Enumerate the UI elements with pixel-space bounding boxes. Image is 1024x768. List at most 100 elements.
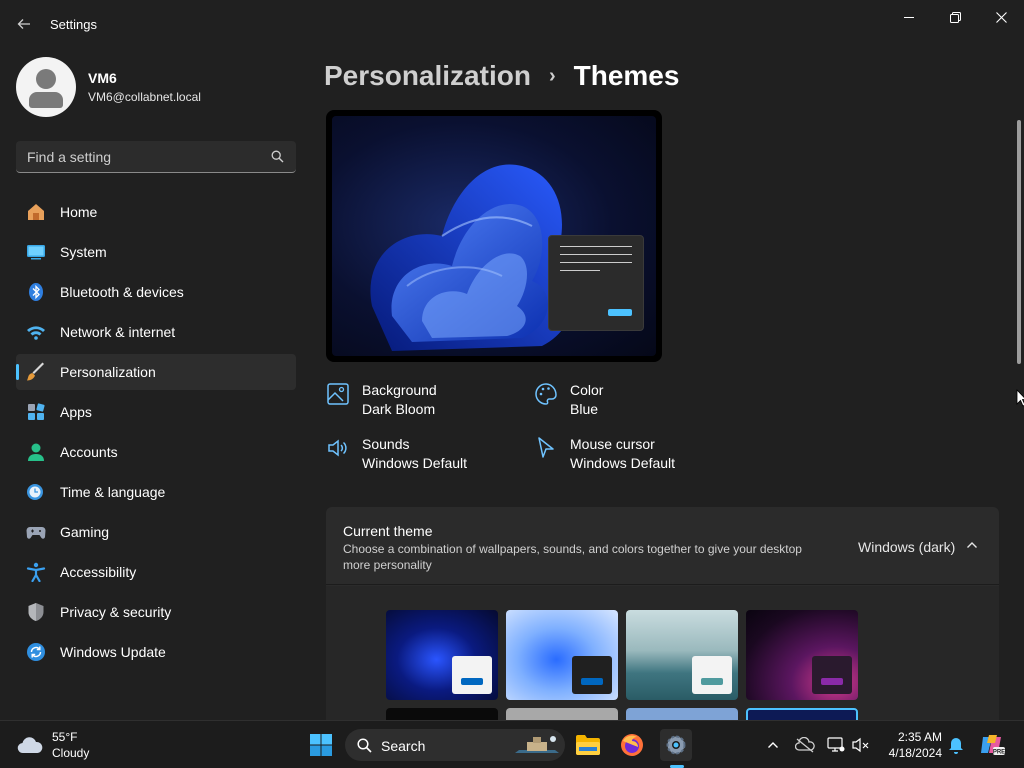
theme-thumbnail-row2-3[interactable] — [626, 708, 738, 720]
current-theme-value: Windows (dark) — [858, 539, 956, 555]
file-explorer-button[interactable] — [572, 729, 604, 761]
system-icon — [27, 245, 45, 260]
back-arrow-icon — [17, 19, 30, 29]
wifi-icon — [27, 326, 45, 340]
chevron-up-icon — [768, 742, 778, 748]
preview-accent-button — [608, 309, 632, 316]
sidebar-item-home[interactable]: Home — [16, 194, 296, 230]
avatar — [16, 57, 76, 117]
windows-light-theme[interactable] — [506, 610, 618, 700]
color-setting[interactable]: Color Blue — [534, 380, 734, 420]
mouse-pointer-icon — [1016, 389, 1024, 407]
theme-preview — [326, 110, 662, 362]
current-theme-header[interactable]: Current theme Choose a combination of wa… — [326, 507, 999, 585]
sidebar-item-accessibility[interactable]: Accessibility — [16, 554, 296, 590]
sidebar-item-label: Privacy & security — [60, 604, 172, 620]
color-value: Blue — [570, 401, 599, 417]
mouse-cursor-setting[interactable]: Mouse cursor Windows Default — [534, 434, 734, 474]
settings-search — [16, 141, 296, 173]
minimize-icon — [904, 17, 914, 18]
clock-time: 2:35 AM — [897, 730, 942, 744]
theme-thumbnail-row2-4[interactable] — [746, 708, 858, 720]
chevron-up-icon[interactable] — [966, 539, 978, 551]
start-button[interactable] — [305, 729, 337, 761]
gear-icon — [666, 735, 686, 755]
sidebar-item-privacy-security[interactable]: Privacy & security — [16, 594, 296, 630]
bell-icon — [949, 738, 963, 754]
accessibility-icon — [26, 562, 46, 582]
sidebar-item-label: Personalization — [60, 364, 156, 380]
network-monitor-icon — [827, 737, 845, 752]
theme-properties: Background Dark Bloom Color Blue Sounds … — [326, 380, 926, 490]
wallpaper-preview — [332, 116, 656, 356]
app-title: Settings — [50, 17, 97, 32]
color-title: Color — [570, 382, 604, 398]
search-icon[interactable] — [271, 150, 284, 163]
minimize-button[interactable] — [886, 0, 932, 34]
sidebar-item-label: System — [60, 244, 107, 260]
taskbar-clock[interactable]: 2:35 AM 4/18/2024 — [880, 729, 942, 761]
settings-app-button[interactable] — [660, 729, 692, 761]
taskbar-search-label: Search — [381, 738, 426, 754]
windows-dark-theme[interactable] — [386, 610, 498, 700]
close-button[interactable] — [978, 0, 1024, 34]
notifications-button[interactable] — [940, 729, 972, 761]
sidebar-item-system[interactable]: System — [16, 234, 296, 270]
captured-motion-theme[interactable] — [746, 610, 858, 700]
search-icon — [357, 738, 372, 753]
firefox-button[interactable] — [616, 729, 648, 761]
sounds-setting[interactable]: Sounds Windows Default — [326, 434, 526, 474]
current-theme-title: Current theme — [343, 523, 433, 539]
back-button[interactable] — [10, 10, 38, 38]
restore-icon — [949, 11, 961, 23]
speaker-icon — [328, 439, 347, 457]
sidebar-item-label: Apps — [60, 404, 92, 420]
shield-icon — [28, 603, 44, 621]
copilot-button[interactable]: PRE — [976, 729, 1008, 761]
close-icon — [995, 11, 1007, 23]
sidebar-item-label: Network & internet — [60, 324, 176, 340]
breadcrumb-separator: › — [548, 64, 556, 87]
mouse-cursor-title: Mouse cursor — [570, 436, 655, 452]
speaker-muted-icon — [852, 737, 869, 753]
onedrive-offline-icon — [795, 737, 815, 753]
cursor-icon — [538, 437, 554, 458]
background-setting[interactable]: Background Dark Bloom — [326, 380, 526, 420]
sidebar-item-apps[interactable]: Apps — [16, 394, 296, 430]
vertical-scrollbar[interactable] — [1017, 120, 1021, 364]
profile-email: VM6@collabnet.local — [88, 90, 201, 104]
home-icon — [28, 204, 44, 220]
onedrive-button[interactable] — [789, 729, 821, 761]
volume-button[interactable] — [845, 729, 877, 761]
background-title: Background — [362, 382, 437, 398]
taskbar-search[interactable]: Search — [345, 729, 565, 761]
sidebar-item-accounts[interactable]: Accounts — [16, 434, 296, 470]
main-content: Personalization › Themes Background Dark… — [310, 48, 1024, 720]
sidebar-item-time-language[interactable]: Time & language — [16, 474, 296, 510]
sidebar-item-windows-update[interactable]: Windows Update — [16, 634, 296, 670]
background-value: Dark Bloom — [362, 401, 436, 417]
glow-theme[interactable] — [626, 610, 738, 700]
sidebar: VM6 VM6@collabnet.local Home System Blue… — [0, 48, 310, 720]
sidebar-item-network[interactable]: Network & internet — [16, 314, 296, 350]
cloud-icon — [17, 737, 43, 754]
sidebar-item-label: Gaming — [60, 524, 110, 540]
theme-thumbnail-row2-1[interactable] — [386, 708, 498, 720]
show-hidden-icons-button[interactable] — [757, 729, 789, 761]
sidebar-item-bluetooth[interactable]: Bluetooth & devices — [16, 274, 296, 310]
user-profile[interactable]: VM6 VM6@collabnet.local — [16, 57, 201, 117]
search-input[interactable] — [27, 149, 257, 165]
profile-name: VM6 — [88, 70, 117, 86]
sidebar-item-label: Windows Update — [60, 644, 166, 660]
sidebar-item-gaming[interactable]: Gaming — [16, 514, 296, 550]
breadcrumb-parent[interactable]: Personalization — [324, 60, 531, 92]
apps-icon — [28, 403, 45, 420]
weather-widget[interactable]: 55°F Cloudy — [16, 729, 89, 761]
windows-logo-icon — [310, 734, 332, 756]
restore-button[interactable] — [932, 0, 978, 34]
sounds-title: Sounds — [362, 436, 410, 452]
sidebar-item-personalization[interactable]: Personalization — [16, 354, 296, 390]
title-bar: Settings — [0, 0, 1024, 48]
sidebar-item-label: Accounts — [60, 444, 118, 460]
theme-thumbnail-row2-2[interactable] — [506, 708, 618, 720]
